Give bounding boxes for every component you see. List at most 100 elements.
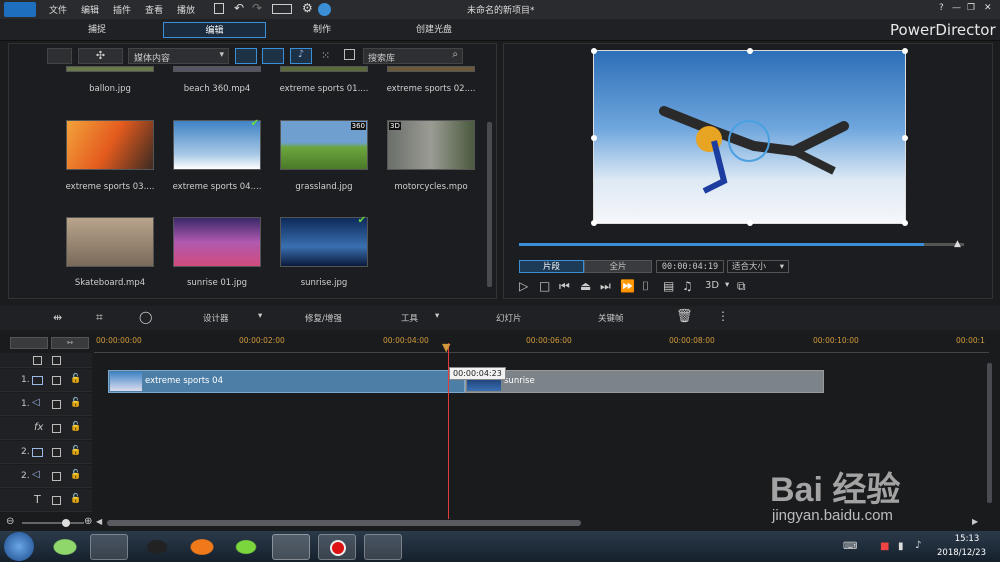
tab-edit[interactable]: 编辑	[163, 22, 266, 38]
restore-button[interactable]: ❐	[967, 3, 975, 13]
clock-time[interactable]: 15:13	[947, 534, 987, 544]
undock-window-icon[interactable]: ⧉	[737, 279, 746, 294]
keyboard-tray-icon[interactable]: ⌨	[843, 541, 857, 552]
view-grid-icon[interactable]: ⁙	[321, 49, 330, 62]
trash-icon[interactable]: 🗑	[676, 309, 693, 324]
resize-handle[interactable]	[902, 135, 908, 141]
track-enable-checkbox[interactable]	[52, 400, 61, 409]
timeline-clip[interactable]: extreme sports 04	[108, 370, 465, 393]
plugin-puzzle-icon[interactable]: ✣	[78, 48, 123, 64]
lock-icon[interactable]: 🔓	[70, 374, 81, 384]
timecode-display[interactable]: 00:00:04:19	[656, 260, 724, 273]
snapshot-camera-icon[interactable]: ⌷	[642, 279, 649, 294]
movie-mode-button[interactable]: 全片	[584, 260, 652, 273]
preview-scrubber[interactable]: ▲	[519, 239, 964, 249]
upload-icon[interactable]	[318, 3, 331, 16]
play-icon[interactable]: ▷	[519, 279, 528, 293]
media-thumb-motorcycles[interactable]: 3D	[387, 120, 475, 170]
lock-icon[interactable]: 🔓	[70, 494, 81, 504]
mark-icon[interactable]: ⏏	[580, 279, 591, 293]
fast-forward-icon[interactable]: ⏩	[620, 279, 635, 293]
chevron-down-icon[interactable]: ▾	[435, 311, 439, 321]
antivirus-tray-icon[interactable]: ■	[880, 541, 889, 552]
fix-enhance-button[interactable]: 修复/增强	[305, 312, 342, 324]
zoom-in-icon[interactable]: ⊕	[84, 516, 92, 527]
resize-handle[interactable]	[902, 220, 908, 226]
split-icon[interactable]: ⇹	[53, 311, 62, 324]
volume-icon[interactable]: ♫	[682, 279, 693, 293]
media-thumb-extreme01[interactable]	[280, 66, 368, 72]
lock-icon[interactable]: 🔓	[70, 446, 81, 456]
media-content-dropdown[interactable]: 媒体内容 ▾	[128, 48, 229, 64]
tab-create-disc[interactable]: 创建光盘	[394, 22, 474, 38]
notes-app-icon[interactable]	[364, 534, 402, 560]
subtitles-icon[interactable]: ▤	[663, 279, 674, 293]
clip-mode-button[interactable]: 片段	[519, 260, 584, 273]
designer-button[interactable]: 设计器	[203, 312, 229, 324]
media-thumb-beach360[interactable]	[173, 66, 261, 72]
track-enable-checkbox[interactable]	[52, 472, 61, 481]
next-frame-icon[interactable]: ⏭	[600, 279, 611, 294]
save-icon[interactable]	[214, 3, 224, 14]
media-thumb-grassland[interactable]: 360	[280, 120, 368, 170]
recorder-icon[interactable]	[318, 534, 356, 560]
chevron-down-icon[interactable]: ▾	[725, 280, 729, 290]
keyframe-button[interactable]: 关键帧	[598, 312, 624, 324]
media-app-icon[interactable]	[227, 534, 265, 560]
volume-tray-icon[interactable]: ♪	[915, 540, 921, 551]
search-input[interactable]: 搜索库 ⌕	[363, 48, 463, 64]
media-thumb-extreme03[interactable]	[66, 120, 154, 170]
chevron-down-icon[interactable]: ▾	[258, 311, 262, 321]
threed-toggle[interactable]: 3D	[705, 280, 719, 291]
filter-image-icon[interactable]	[262, 48, 284, 64]
fit-timeline-icon[interactable]: ⇿	[51, 337, 89, 349]
settings-gear-icon[interactable]: ⚙	[302, 1, 313, 15]
start-button-icon[interactable]	[4, 532, 34, 561]
time-ruler[interactable]: 00:00:00:00 00:00:02:00 00:00:04:00 00:0…	[94, 333, 989, 353]
tools-button[interactable]: 工具	[401, 312, 418, 324]
media-thumb-sunrise01[interactable]	[173, 217, 261, 267]
timeline-vscrollbar[interactable]	[987, 363, 992, 503]
close-button[interactable]: ✕	[984, 3, 992, 13]
media-thumb-skateboard[interactable]	[66, 217, 154, 267]
tab-capture[interactable]: 捕捉	[60, 22, 134, 38]
filter-audio-icon[interactable]: ♪	[290, 48, 312, 64]
magic-tools-icon[interactable]: ◯	[139, 310, 152, 324]
menu-plugin[interactable]: 插件	[113, 3, 131, 16]
timeline-hscrollbar[interactable]	[107, 520, 581, 526]
resize-handle[interactable]	[591, 48, 597, 54]
360-browser-icon[interactable]	[46, 534, 84, 560]
help-button[interactable]: ?	[939, 3, 944, 13]
tab-produce[interactable]: 制作	[285, 22, 359, 38]
crop-icon[interactable]: ⌗	[96, 310, 103, 325]
lock-icon[interactable]: 🔓	[70, 398, 81, 408]
network-tray-icon[interactable]: ▮	[898, 541, 904, 552]
aspect-ratio-icon[interactable]	[272, 4, 292, 14]
track-enable-checkbox[interactable]	[52, 448, 61, 457]
menu-play[interactable]: 播放	[177, 3, 195, 16]
redo-icon[interactable]: ↷	[252, 1, 262, 15]
playhead-marker-icon[interactable]: ▼	[442, 341, 450, 354]
firefox-icon[interactable]	[183, 534, 221, 560]
resize-handle[interactable]	[591, 220, 597, 226]
resize-handle[interactable]	[747, 48, 753, 54]
more-icon[interactable]: ⋮	[717, 309, 729, 323]
scroll-left-icon[interactable]: ◀	[96, 517, 102, 526]
minimize-button[interactable]: —	[952, 3, 961, 13]
zoom-slider-thumb[interactable]	[62, 519, 70, 527]
track-enable-checkbox[interactable]	[52, 496, 61, 505]
media-thumb-extreme02[interactable]	[387, 66, 475, 72]
lock-icon[interactable]: 🔓	[70, 470, 81, 480]
clock-date[interactable]: 2018/12/23	[937, 548, 986, 558]
previous-frame-icon[interactable]: ⏮	[559, 279, 570, 294]
undo-icon[interactable]: ↶	[234, 1, 244, 15]
menu-edit[interactable]: 编辑	[81, 3, 99, 16]
resize-handle[interactable]	[591, 135, 597, 141]
file-explorer-icon[interactable]	[90, 534, 128, 560]
stop-icon[interactable]: □	[539, 279, 550, 293]
qq-icon[interactable]	[138, 534, 176, 560]
timeline-view-icon[interactable]	[10, 337, 48, 349]
scroll-right-icon[interactable]: ▶	[972, 517, 978, 526]
zoom-out-icon[interactable]: ⊖	[6, 516, 14, 527]
slideshow-button[interactable]: 幻灯片	[496, 312, 522, 324]
